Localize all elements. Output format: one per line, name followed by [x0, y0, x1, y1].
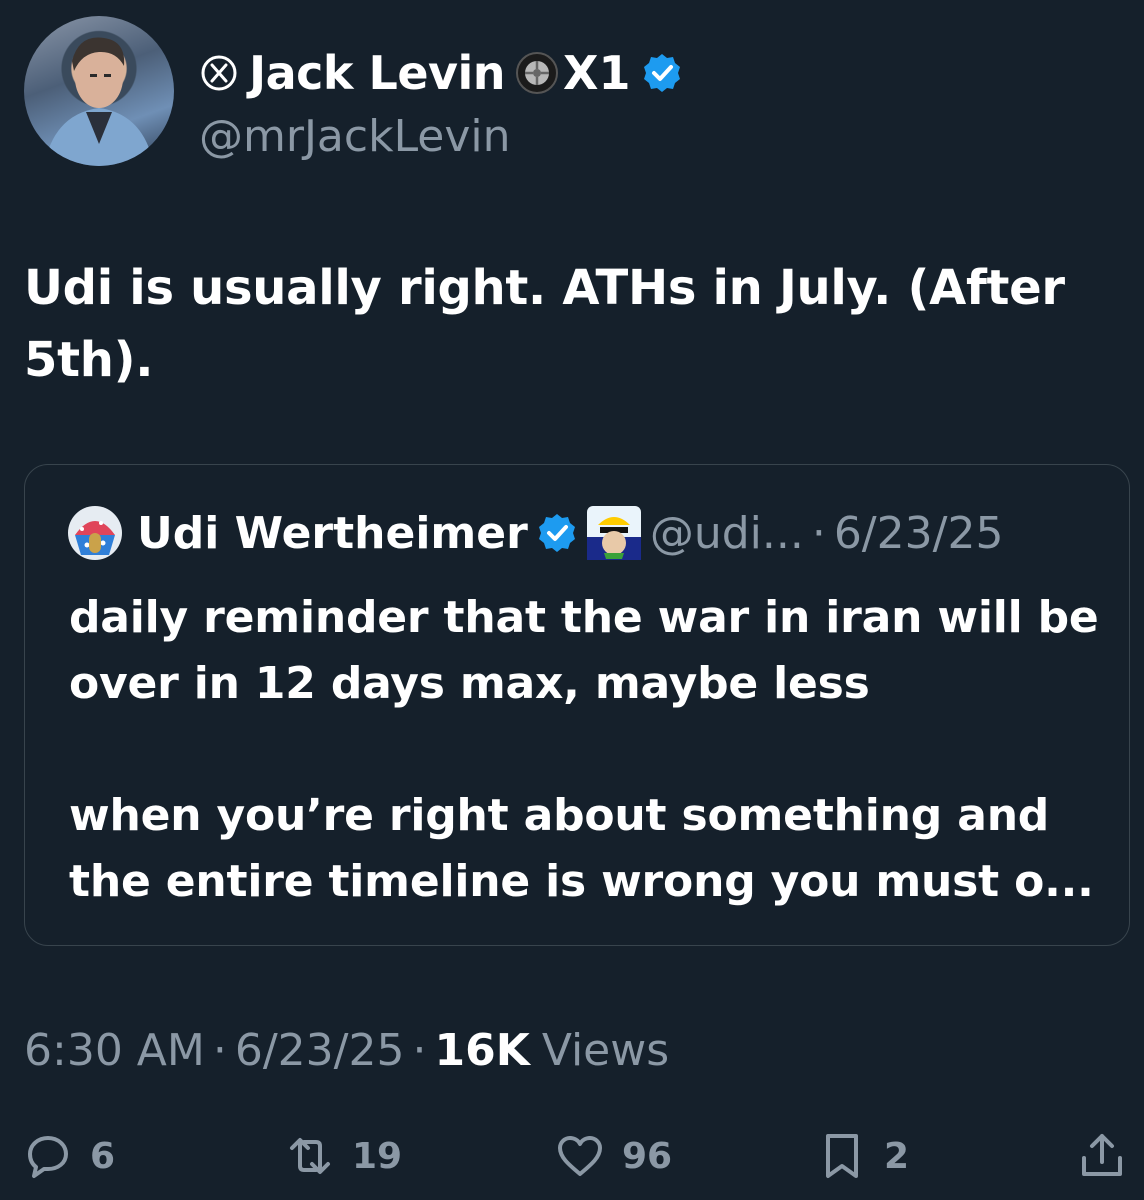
author-display-name[interactable]: Jack Levin	[249, 46, 506, 100]
repost-button[interactable]: 19	[286, 1128, 402, 1184]
quoted-author-name[interactable]: Udi Wertheimer	[137, 508, 528, 559]
reply-icon	[28, 1136, 68, 1178]
bookmark-button[interactable]: 2	[818, 1128, 909, 1184]
quoted-author-handle[interactable]: @udi...	[650, 508, 804, 559]
views-label: Views	[541, 1024, 670, 1076]
author-affiliation[interactable]: X1	[563, 46, 630, 100]
verified-badge-icon	[643, 54, 680, 92]
meta-separator: ·	[212, 1024, 227, 1076]
author-avatar[interactable]	[24, 16, 174, 166]
reply-button[interactable]: 6	[24, 1128, 115, 1184]
tire-icon	[516, 52, 559, 94]
quoted-affiliate-badge-icon	[586, 506, 641, 560]
quoted-tweet-text: daily reminder that the war in iran will…	[69, 592, 1099, 907]
bookmark-icon	[826, 1134, 858, 1178]
author-handle[interactable]: @mrJackLevin	[199, 111, 511, 162]
like-count: 96	[622, 1135, 673, 1177]
heart-icon	[558, 1136, 602, 1176]
tweet-time[interactable]: 6:30 AM	[24, 1025, 205, 1076]
bookmark-count: 2	[884, 1135, 910, 1177]
quoted-author-avatar[interactable]	[67, 505, 123, 561]
share-icon	[1082, 1134, 1122, 1176]
author-name-row: Jack Levin X1	[199, 38, 683, 108]
action-bar: 6 19 96 2	[0, 1120, 1144, 1190]
quoted-tweet-card[interactable]: Udi Wertheimer @udi... · 6/23/25 daily r…	[24, 464, 1130, 946]
meta-separator: ·	[412, 1024, 427, 1076]
repost-count: 19	[352, 1135, 403, 1177]
quoted-meta-separator: ·	[811, 507, 826, 559]
quoted-tweet-header: Udi Wertheimer @udi... · 6/23/25	[67, 505, 1003, 561]
like-button[interactable]: 96	[556, 1128, 672, 1184]
views-count: 16K	[434, 1024, 530, 1076]
repost-icon	[290, 1138, 330, 1174]
tweet-meta-row: 6:30 AM · 6/23/25 · 16K Views	[24, 1020, 669, 1080]
quoted-verified-badge-icon	[538, 514, 575, 552]
tweet-text: Udi is usually right. ATHs in July. (Aft…	[24, 260, 1065, 388]
reply-count: 6	[90, 1135, 116, 1177]
x-logo-badge-icon	[201, 55, 237, 91]
tweet-date[interactable]: 6/23/25	[235, 1025, 405, 1076]
tweet-header: Jack Levin X1 @mrJackLevin	[24, 16, 1124, 176]
share-button[interactable]	[1078, 1128, 1126, 1184]
quoted-tweet-date[interactable]: 6/23/25	[834, 508, 1004, 559]
